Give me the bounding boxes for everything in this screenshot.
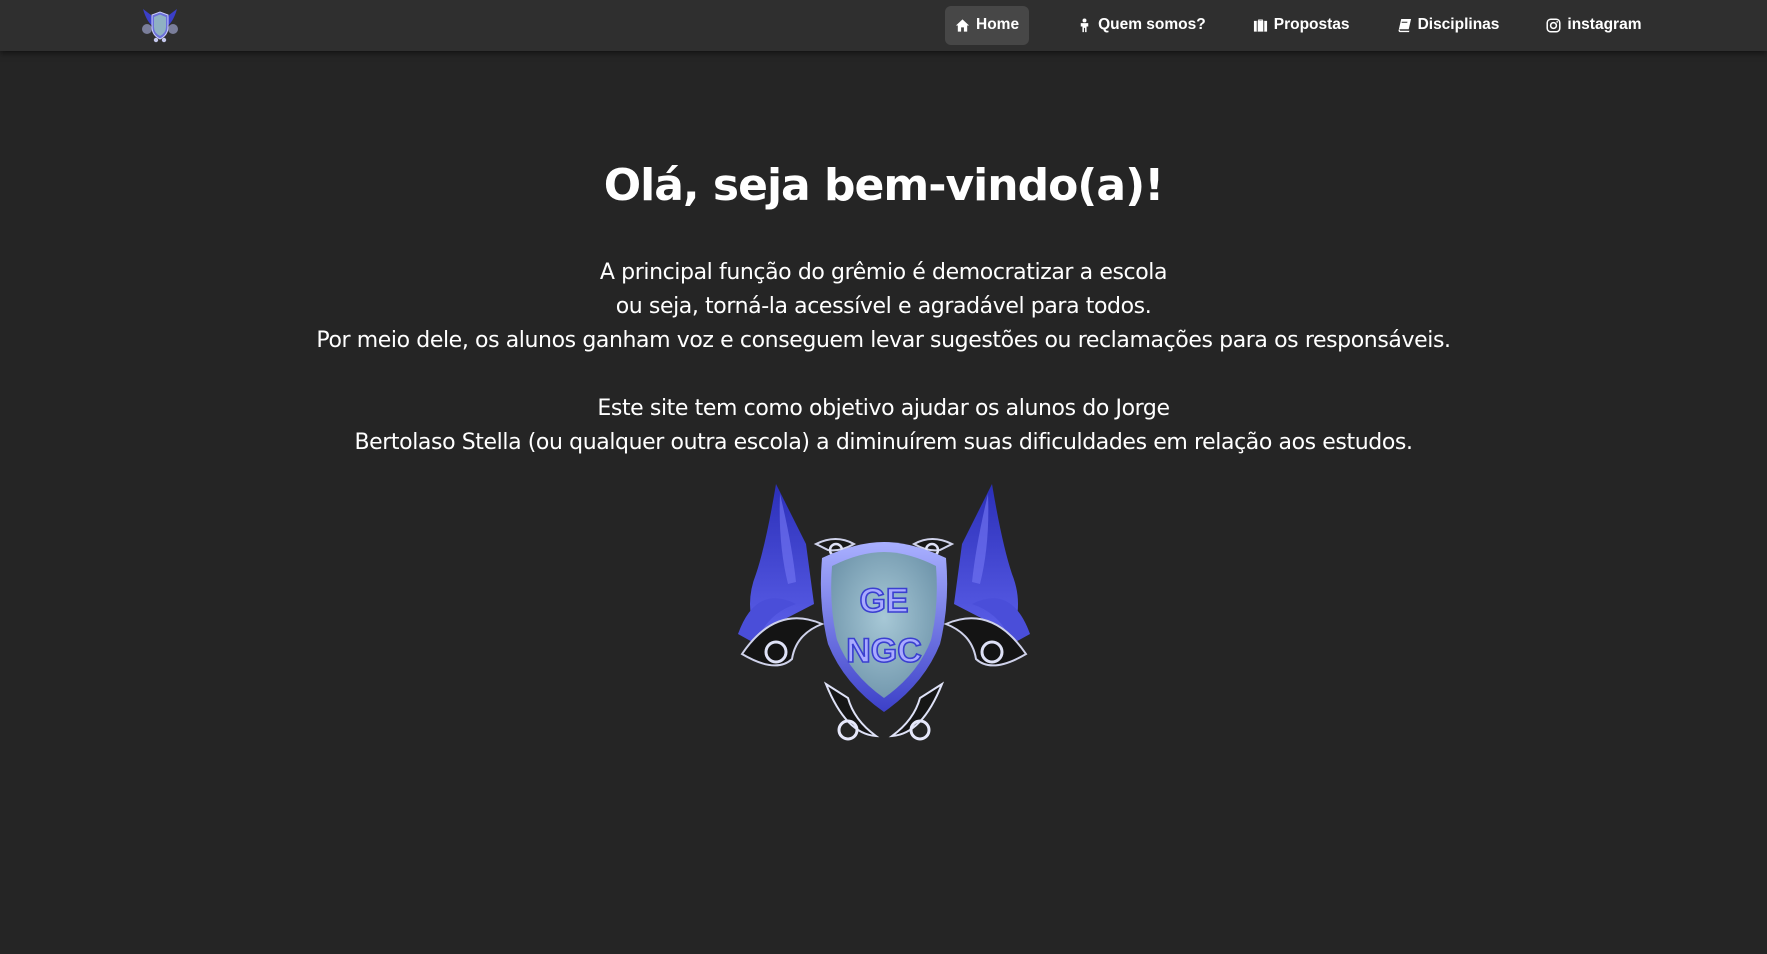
nav-links: Home Quem somos? Propostas Disciplinas i… (945, 5, 1652, 45)
intro-line: ou seja, torná-la acessível e agradável … (615, 294, 1152, 319)
instagram-icon (1546, 17, 1561, 33)
intro-text: A principal função do grêmio é democrati… (0, 256, 1767, 460)
intro-line: Por meio dele, os alunos ganham voz e co… (316, 328, 1451, 353)
home-icon (955, 18, 970, 33)
nav-home[interactable]: Home (945, 5, 1030, 45)
nav-instagram-label: instagram (1567, 16, 1642, 33)
gengc-logo[interactable] (137, 3, 183, 45)
top-navbar: Home Quem somos? Propostas Disciplinas i… (0, 0, 1767, 51)
gengc-emblem: GE NGC (736, 484, 1032, 746)
intro-line: Este site tem como objetivo ajudar os al… (597, 396, 1170, 421)
nav-quem-somos-label: Quem somos? (1098, 16, 1206, 33)
briefcase-icon (1253, 18, 1268, 33)
intro-line: Bertolaso Stella (ou qualquer outra esco… (354, 430, 1413, 455)
intro-line: A principal função do grêmio é democrati… (599, 260, 1168, 285)
page-title: Olá, seja bem-vindo(a)! (603, 160, 1165, 211)
nav-instagram[interactable]: instagram (1536, 6, 1651, 45)
person-icon (1077, 17, 1092, 33)
nav-home-label: Home (976, 16, 1020, 33)
nav-disciplinas[interactable]: Disciplinas (1387, 6, 1510, 45)
nav-disciplinas-label: Disciplinas (1417, 16, 1500, 33)
book-icon (1397, 18, 1412, 33)
nav-propostas[interactable]: Propostas (1243, 6, 1360, 45)
nav-quem-somos[interactable]: Quem somos? (1067, 6, 1216, 45)
nav-propostas-label: Propostas (1273, 16, 1350, 33)
emblem-text-line1: GE (859, 582, 908, 620)
emblem-text-line2: NGC (846, 632, 922, 670)
